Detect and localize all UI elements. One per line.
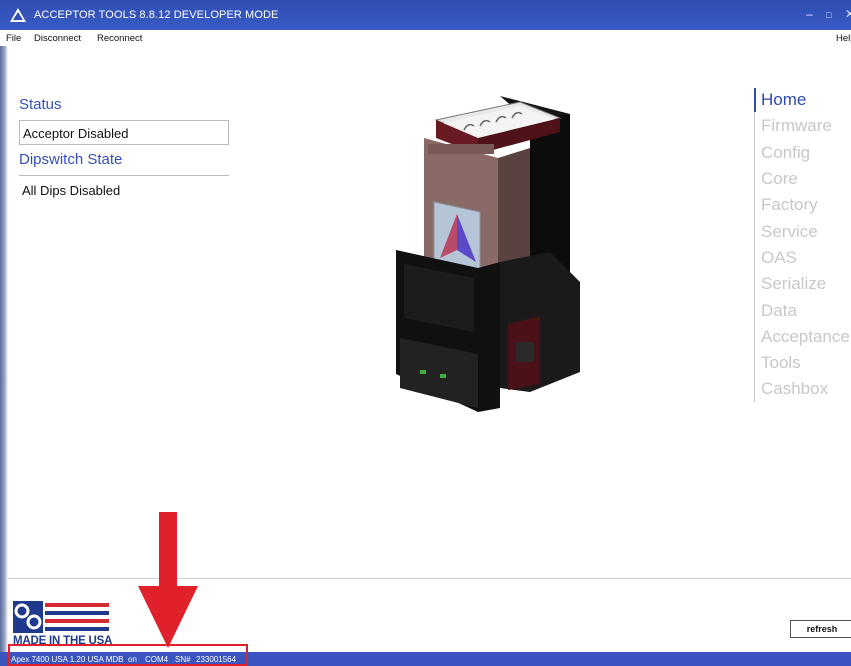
window-edge	[0, 46, 8, 652]
nav-item-tools[interactable]: Tools	[761, 353, 801, 373]
nav-item-acceptance[interactable]: Acceptance	[761, 327, 850, 347]
bill-acceptor-image	[396, 96, 580, 412]
side-nav: Home Firmware Config Core Factory Servic…	[754, 88, 851, 402]
nav-item-data[interactable]: Data	[761, 301, 797, 321]
menu-bar: File Disconnect Reconnect Help	[0, 30, 851, 46]
window-title: ACCEPTOR TOOLS 8.8.12 DEVELOPER MODE	[34, 9, 279, 21]
footer-divider	[8, 578, 851, 579]
menu-disconnect[interactable]: Disconnect	[34, 33, 81, 44]
nav-item-cashbox[interactable]: Cashbox	[761, 379, 828, 399]
dipswitch-value: All Dips Disabled	[22, 183, 121, 198]
minimize-button[interactable]: –	[806, 7, 813, 21]
title-bar: ACCEPTOR TOOLS 8.8.12 DEVELOPER MODE – □…	[0, 0, 851, 30]
nav-item-home[interactable]: Home	[761, 90, 806, 110]
status-highlight-box	[8, 644, 248, 666]
nav-item-service[interactable]: Service	[761, 222, 818, 242]
nav-item-firmware[interactable]: Firmware	[761, 116, 832, 136]
nav-item-oas[interactable]: OAS	[761, 248, 797, 268]
dipswitch-heading: Dipswitch State	[19, 151, 123, 168]
app-logo-icon	[10, 8, 26, 22]
dipswitch-divider	[19, 175, 229, 176]
status-heading: Status	[19, 96, 62, 113]
red-arrow-icon	[138, 512, 198, 648]
nav-item-serialize[interactable]: Serialize	[761, 274, 826, 294]
menu-help[interactable]: Help	[836, 33, 851, 44]
nav-active-marker	[754, 88, 756, 112]
nav-item-config[interactable]: Config	[761, 143, 810, 163]
status-value-box: Acceptor Disabled	[19, 120, 229, 145]
nav-item-factory[interactable]: Factory	[761, 195, 818, 215]
close-button[interactable]: ✕	[845, 7, 851, 21]
refresh-button[interactable]: refresh	[790, 620, 851, 638]
menu-file[interactable]: File	[6, 33, 21, 44]
maximize-button[interactable]: □	[826, 10, 831, 20]
nav-item-core[interactable]: Core	[761, 169, 798, 189]
menu-reconnect[interactable]: Reconnect	[97, 33, 142, 44]
